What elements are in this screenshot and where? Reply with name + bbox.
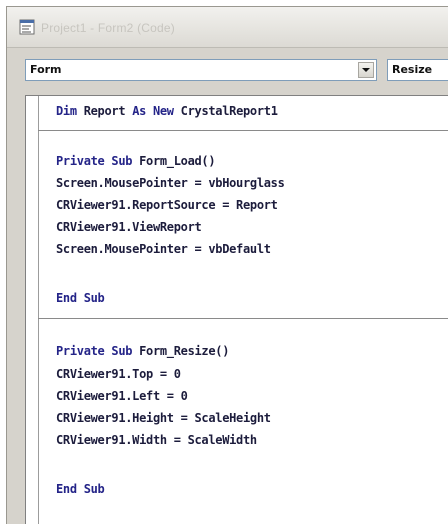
- code-area[interactable]: Dim Report As New CrystalReport1 Private…: [38, 96, 448, 524]
- procedure-combo[interactable]: Resize: [387, 59, 448, 81]
- code-window: Project1 - Form2 (Code) Form Resize Dim …: [6, 6, 448, 524]
- chevron-down-icon: [362, 68, 370, 72]
- procedure-combo-value: Resize: [392, 63, 433, 76]
- code-line: Screen.MousePointer = vbDefault: [56, 242, 271, 256]
- code-line: CRViewer91.ReportSource = Report: [56, 198, 278, 212]
- code-line: End Sub: [56, 291, 105, 305]
- code-editor[interactable]: Dim Report As New CrystalReport1 Private…: [25, 95, 448, 524]
- code-line: CRViewer91.Left = 0: [56, 389, 188, 403]
- code-line: Private Sub Form_Resize(): [56, 344, 230, 358]
- object-combo-dropdown-button[interactable]: [358, 62, 374, 78]
- procedure-separator: [38, 318, 448, 319]
- title-bar[interactable]: Project1 - Form2 (Code): [7, 7, 448, 48]
- code-line: End Sub: [56, 482, 105, 496]
- code-line: CRViewer91.Width = ScaleWidth: [56, 433, 257, 447]
- code-line: CRViewer91.Height = ScaleHeight: [56, 411, 271, 425]
- code-line: CRViewer91.ViewReport: [56, 220, 202, 234]
- code-line: Screen.MousePointer = vbHourglass: [56, 176, 285, 190]
- procedure-selector-bar: Form Resize: [7, 53, 448, 89]
- code-line: CRViewer91.Top = 0: [56, 367, 181, 381]
- code-line: Private Sub Form_Load(): [56, 154, 216, 168]
- code-line: Dim Report As New CrystalReport1: [56, 104, 278, 118]
- window-title: Project1 - Form2 (Code): [41, 21, 175, 35]
- code-window-icon: [19, 19, 35, 35]
- object-combo-value: Form: [30, 63, 62, 76]
- object-combo[interactable]: Form: [25, 59, 377, 81]
- procedure-separator: [38, 130, 448, 131]
